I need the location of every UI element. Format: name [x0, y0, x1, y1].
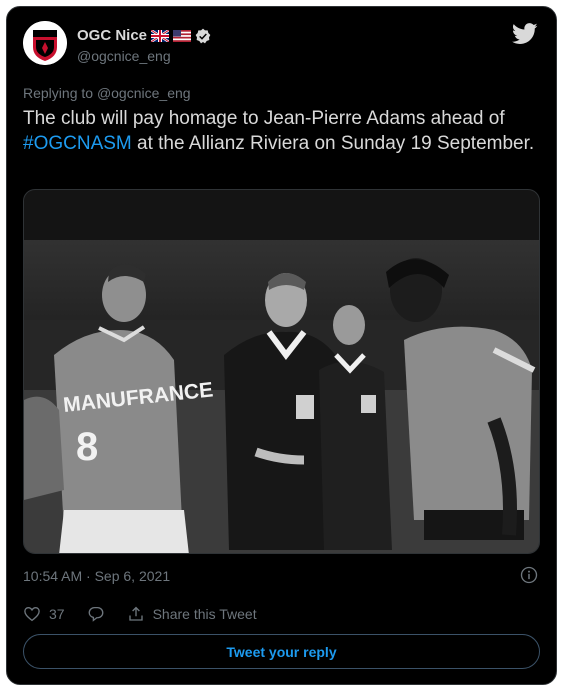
verified-badge-icon [195, 28, 211, 43]
tweet-text-before: The club will pay homage to Jean-Pierre … [23, 108, 505, 129]
uk-flag-icon [151, 29, 170, 42]
share-button[interactable]: Share this Tweet [127, 605, 257, 623]
reply-bubble-icon [88, 606, 104, 622]
match-photo: MANUFRANCE 8 [24, 190, 539, 553]
tweet-photo[interactable]: MANUFRANCE 8 [23, 189, 540, 554]
jersey-number: 8 [76, 425, 98, 469]
share-icon [128, 606, 143, 621]
avatar[interactable] [23, 21, 67, 65]
replying-mention[interactable]: @ogcnice_eng [97, 85, 191, 101]
reply-action-button[interactable] [87, 605, 105, 623]
replying-to: Replying to @ogcnice_eng [23, 85, 191, 101]
author-row: OGC Nice [77, 27, 211, 44]
replying-prefix: Replying to [23, 85, 94, 101]
heart-icon [24, 607, 40, 622]
tweet-timestamp[interactable]: 10:54 AM · Sep 6, 2021 [23, 568, 170, 584]
us-flag-icon [173, 29, 192, 42]
hashtag-link[interactable]: #OGCNASM [23, 133, 132, 154]
share-label: Share this Tweet [152, 606, 257, 622]
twitter-bird-icon[interactable] [512, 23, 538, 45]
info-icon[interactable] [520, 566, 538, 584]
author-name[interactable]: OGC Nice [77, 27, 147, 44]
ogc-nice-crest-icon [23, 21, 67, 65]
tweet-card: OGC Nice @ogcnice_eng Replying to @ogcni… [6, 6, 557, 685]
tweet-text-after: at the Allianz Riviera on Sunday 19 Sept… [131, 133, 535, 154]
tweet-actions: 37 Share this Tweet [23, 605, 279, 623]
author-handle[interactable]: @ogcnice_eng [77, 48, 171, 64]
tweet-your-reply-button[interactable]: Tweet your reply [23, 634, 540, 669]
tweet-text: The club will pay homage to Jean-Pierre … [23, 106, 543, 156]
like-button[interactable]: 37 [23, 605, 65, 623]
like-count: 37 [49, 606, 65, 622]
tweet-header: OGC Nice @ogcnice_eng [23, 21, 540, 71]
